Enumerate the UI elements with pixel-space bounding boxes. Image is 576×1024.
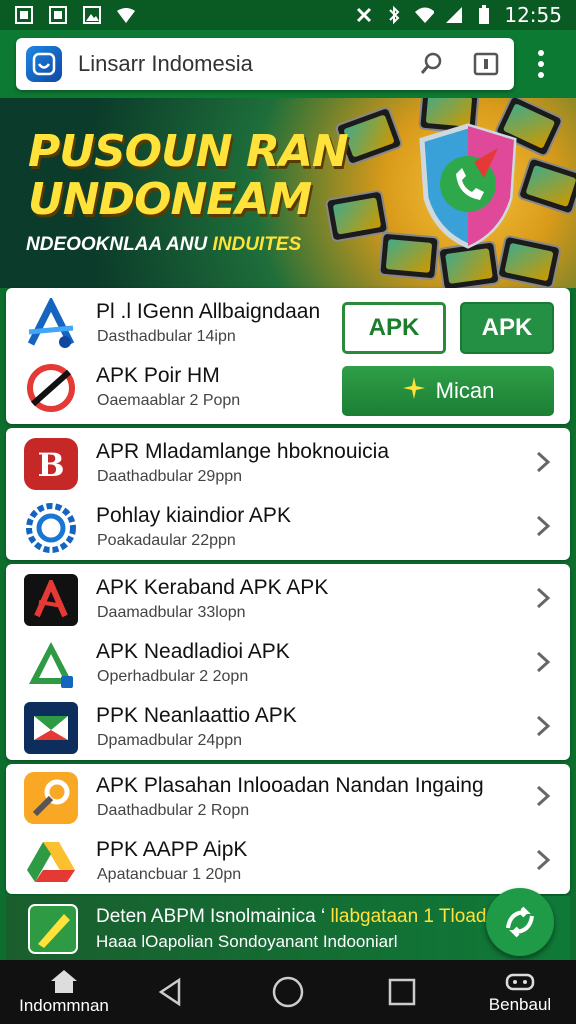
app-title: APK Keraband APK APK: [96, 576, 329, 599]
red-a-app-icon: [24, 574, 78, 626]
promo-banner[interactable]: PUSOUN RAN UNDONEAM NDEOOKNLAA ANU INDUI…: [0, 98, 576, 288]
status-bar: 12:55: [0, 0, 576, 30]
recents-square-icon: [388, 978, 416, 1006]
app-title: APK Poir HM: [96, 364, 220, 387]
banner-title-line1: PUSOUN RAN: [28, 126, 349, 177]
bluetooth-icon: [384, 5, 404, 25]
list-item[interactable]: APK Neadladioi APK Operhadbular 2 2opn: [6, 630, 570, 694]
wifi-icon: [414, 6, 435, 24]
app-logo-icon: [26, 46, 62, 82]
app-subtitle: Daathadbular 29ppn: [97, 468, 243, 485]
yellow-tools-app-icon: [24, 772, 78, 824]
app-subtitle: Dpamadbular 24ppn: [97, 732, 242, 749]
banner-title-line2: UNDONEAM: [28, 174, 312, 225]
list-item[interactable]: Pohlay kiaindior APK Poakadaular 22ppn: [6, 494, 570, 558]
envelope-app-icon: [24, 702, 78, 754]
app-title: APK Neadladioi APK: [96, 640, 290, 663]
app-store-icon: [24, 298, 78, 350]
shield-phone-icon: [419, 123, 517, 249]
drive-triangle-app-icon: [24, 836, 78, 888]
chevron-right-icon[interactable]: [532, 784, 554, 808]
nav-home-button[interactable]: [268, 960, 308, 1024]
featured-apps-card: Pl .l IGenn Allbaigndaan Dasthadbular 14…: [6, 288, 570, 424]
green-triangle-app-icon: [24, 638, 78, 690]
nav-home[interactable]: Indommnan: [16, 960, 112, 1024]
mican-label: Mican: [435, 378, 495, 403]
nav-recents[interactable]: [382, 960, 422, 1024]
notification-square-icon: [48, 6, 68, 24]
banner-subtitle: NDEOOKNLAA ANU INDUITES: [26, 234, 301, 256]
pen-tool-app-icon: [28, 904, 78, 954]
app-title: PPK AAPP AipK: [96, 838, 248, 861]
chevron-right-icon[interactable]: [532, 450, 554, 474]
app-list-card: APK Plasahan Inlooadan Nandan Ingaing Da…: [6, 764, 570, 894]
banner-subtitle-white: NDEOOKNLAA ANU: [26, 234, 213, 255]
promo-strip[interactable]: Deten ABPM Isnolmainica ‘ llabgataan 1 T…: [6, 896, 570, 960]
battery-icon: [474, 5, 494, 24]
promo-line1-highlight: llabgataan 1 Tload: [330, 906, 487, 927]
gear-app-icon: [24, 502, 78, 554]
more-options-icon[interactable]: [526, 44, 556, 84]
svg-text:B: B: [37, 446, 64, 484]
list-item[interactable]: PPK AAPP AipK Apatancbuar 1 20pn: [6, 828, 570, 892]
app-subtitle: Poakadaular 22ppn: [97, 532, 236, 549]
promo-line1-white: Deten ABPM Isnolmainica ‘: [96, 906, 331, 927]
search-icon[interactable]: [414, 46, 450, 82]
banner-subtitle-highlight: INDUITES: [212, 234, 302, 255]
vpn-shield-icon: [116, 6, 136, 24]
mican-button[interactable]: Mican: [342, 366, 554, 416]
nav-back[interactable]: [150, 960, 190, 1024]
app-list-card: APK Keraband APK APK Daamadbular 33lopn …: [6, 564, 570, 760]
app-subtitle: Daathadbular 2 Ropn: [97, 802, 250, 819]
list-item[interactable]: B APR Mladamlange hboknouicia Daathadbul…: [6, 430, 570, 494]
sync-icon: [506, 906, 534, 938]
image-icon: [82, 6, 102, 24]
nav-home-label: Indommnan: [19, 996, 109, 1015]
gamepad-icon: [505, 973, 535, 991]
promo-line1: Deten ABPM Isnolmainica ‘ llabgataan 1 T…: [96, 906, 486, 928]
chevron-right-icon[interactable]: [532, 848, 554, 872]
blocked-app-icon: [24, 362, 78, 414]
home-circle-icon: [272, 976, 304, 1008]
app-subtitle: Operhadbular 2 2opn: [97, 668, 249, 685]
notification-square-icon: [14, 6, 34, 24]
sparkle-icon: [402, 376, 426, 406]
apk-outline-button[interactable]: APK: [342, 302, 446, 354]
app-title: Pohlay kiaindior APK: [96, 504, 291, 527]
chevron-right-icon[interactable]: [532, 714, 554, 738]
app-subtitle: Oaemaablar 2 Popn: [97, 392, 241, 409]
chevron-right-icon[interactable]: [532, 650, 554, 674]
b-app-icon: B: [24, 438, 78, 490]
app-title: Pl .l IGenn Allbaigndaan: [96, 300, 321, 323]
home-icon: [51, 970, 77, 993]
nav-right[interactable]: Benbaul: [470, 960, 570, 1024]
app-title: APK Plasahan Inlooadan Nandan Ingaing: [96, 774, 484, 797]
clock: 12:55: [504, 3, 562, 27]
signal-icon: [444, 6, 464, 24]
list-item[interactable]: APK Keraband APK APK Daamadbular 33lopn: [6, 566, 570, 630]
app-subtitle: Daamadbular 33lopn: [97, 604, 246, 621]
app-title: APR Mladamlange hboknouicia: [96, 440, 390, 463]
nav-right-label: Benbaul: [488, 995, 552, 1014]
promo-line2: Haaa lOapolian Sondoyanant Indooniarl: [96, 932, 398, 951]
search-bar[interactable]: Linsarr Indomesia: [16, 38, 514, 90]
nfc-icon: [354, 6, 374, 24]
chevron-right-icon[interactable]: [532, 514, 554, 538]
app-title: PPK Neanlaattio APK: [96, 704, 297, 727]
search-input[interactable]: Linsarr Indomesia: [78, 51, 396, 77]
navigation-bar: Indommnan Benbaul: [0, 960, 576, 1024]
tab-switcher-icon[interactable]: [468, 46, 504, 82]
banner-title: PUSOUN RAN UNDONEAM: [28, 126, 349, 225]
chevron-right-icon[interactable]: [532, 586, 554, 610]
app-list-card: B APR Mladamlange hboknouicia Daathadbul…: [6, 428, 570, 560]
refresh-fab[interactable]: [486, 888, 554, 956]
list-item[interactable]: APK Plasahan Inlooadan Nandan Ingaing Da…: [6, 764, 570, 828]
app-subtitle: Apatancbuar 1 20pn: [97, 866, 242, 883]
back-triangle-icon: [158, 977, 181, 1007]
list-item[interactable]: PPK Neanlaattio APK Dpamadbular 24ppn: [6, 694, 570, 758]
app-subtitle: Dasthadbular 14ipn: [97, 328, 236, 345]
apk-download-button[interactable]: APK: [460, 302, 554, 354]
